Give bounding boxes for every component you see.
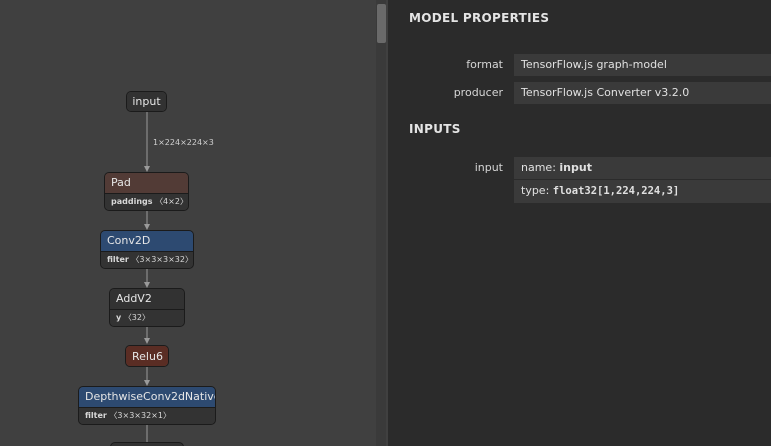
node-pad[interactable]: Pad paddings 〈4×2〉 [104,172,189,211]
input-name-line: name: input [521,157,771,179]
edge-label-input-shape: 1×224×224×3 [153,138,214,147]
netron-window: 1×224×224×3 input Pad paddings 〈4×2〉 Con… [0,0,771,446]
node-conv2d-attr: filter 〈3×3×3×32〉 [101,251,193,268]
input-name: input [559,161,592,174]
node-addv2-attr-value: 〈32〉 [123,313,150,322]
graph-canvas[interactable]: 1×224×224×3 input Pad paddings 〈4×2〉 Con… [0,0,388,446]
input-name-prefix: name: [521,161,560,174]
input-type: float32[1,224,224,3] [552,185,680,197]
graph-edges [144,112,150,446]
model-properties-title: MODEL PROPERTIES [409,11,550,25]
inputs-title: INPUTS [409,122,461,136]
node-depthwise-attr-value: 〈3×3×32×1〉 [109,411,171,420]
input-type-prefix: type: [521,184,553,197]
graph-scrollbar-track[interactable] [376,0,386,446]
producer-value[interactable]: TensorFlow.js Converter v3.2.0 [514,82,771,104]
producer-label: producer [453,86,503,99]
node-addv2-attr-name: y [116,313,122,322]
node-depthwise-label: DepthwiseConv2dNative [79,387,215,407]
node-conv2d-attr-name: filter [107,255,129,264]
node-depthwise-attr-name: filter [85,411,107,420]
input-type-line: type: float32[1,224,224,3] [521,180,771,202]
node-pad-attr: paddings 〈4×2〉 [105,193,188,210]
format-label: format [466,58,503,71]
node-conv2d[interactable]: Conv2D filter 〈3×3×3×32〉 [100,230,194,269]
node-pad-attr-name: paddings [111,197,153,206]
node-relu6[interactable]: Relu6 [125,345,169,367]
input-label: input [474,161,503,174]
node-pad-label: Pad [105,173,188,193]
graph-scrollbar-thumb[interactable] [377,4,386,43]
node-depthwise-conv2d-native[interactable]: DepthwiseConv2dNative filter 〈3×3×32×1〉 [78,386,216,425]
node-next-partial[interactable] [110,442,184,446]
node-input[interactable]: input [126,91,167,112]
node-conv2d-attr-value: 〈3×3×3×32〉 [131,255,193,264]
node-depthwise-attr: filter 〈3×3×32×1〉 [79,407,215,424]
format-value[interactable]: TensorFlow.js graph-model [514,54,771,76]
input-value-box[interactable]: name: input type: float32[1,224,224,3] [514,157,771,203]
node-pad-attr-value: 〈4×2〉 [155,197,188,206]
node-addv2-attr: y 〈32〉 [110,309,184,326]
node-addv2-label: AddV2 [110,289,184,309]
node-addv2[interactable]: AddV2 y 〈32〉 [109,288,185,327]
node-relu6-label: Relu6 [126,346,168,366]
node-conv2d-label: Conv2D [101,231,193,251]
model-properties-panel: MODEL PROPERTIES format TensorFlow.js gr… [388,0,771,446]
node-input-label: input [127,92,166,111]
